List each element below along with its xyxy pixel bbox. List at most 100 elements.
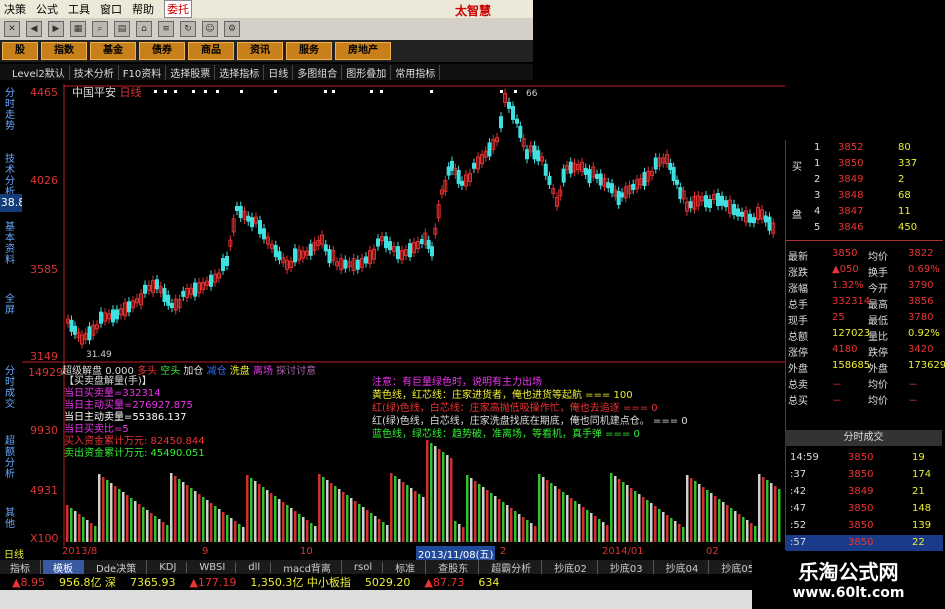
stock-name: 中国平安	[72, 86, 116, 99]
tab-tech-analysis[interactable]: 技术分析	[2, 154, 18, 198]
func-level2[interactable]: Level2默认	[12, 64, 70, 80]
tab-excess-analysis[interactable]: 超额分析	[2, 436, 18, 480]
volume-bar	[434, 446, 437, 542]
candle-body	[736, 208, 740, 217]
indicator-tab[interactable]: 标准	[385, 559, 427, 575]
category-news[interactable]: 资讯	[237, 42, 283, 60]
category-bond[interactable]: 债券	[139, 42, 185, 60]
orderbook-row[interactable]: 3 3848 68	[786, 188, 943, 204]
candle-body	[616, 190, 621, 205]
refresh-icon[interactable]: ↻	[180, 21, 196, 37]
func-tech-analysis[interactable]: 技术分析	[74, 64, 119, 80]
func-f10[interactable]: F10资料	[123, 64, 167, 80]
tab-ticks[interactable]: 分时成交	[2, 366, 18, 410]
date-tick: 9	[202, 546, 209, 557]
orderbook-level: 5	[814, 222, 821, 233]
tab-fundamentals[interactable]: 基本资料	[2, 222, 18, 266]
indicator-tab[interactable]: macd背离	[273, 559, 342, 575]
volume-bar	[418, 494, 421, 542]
indicator-tab[interactable]: Dde决策	[86, 559, 148, 575]
volume-bar	[174, 476, 177, 542]
orderbook-row[interactable]: 5 3846 450	[786, 220, 943, 236]
menu-item-help[interactable]: 帮助	[132, 1, 154, 17]
volume-bar	[370, 513, 373, 542]
category-service[interactable]: 服务	[286, 42, 332, 60]
quote-label: 均价	[868, 252, 888, 263]
indicator-tab[interactable]: WBSI	[189, 561, 237, 573]
tab-fullscreen[interactable]: 全屏	[2, 294, 18, 316]
vol-tick-4: X100	[30, 532, 59, 545]
func-multi-chart[interactable]: 多图组合	[297, 64, 343, 80]
volume-bar	[102, 477, 105, 542]
indicator-tab[interactable]: rsol	[344, 561, 384, 573]
quote-value: 3420	[908, 344, 934, 355]
menu-item-window[interactable]: 窗口	[100, 1, 122, 17]
candle-body	[518, 125, 523, 138]
volume-bar	[130, 498, 133, 542]
volume-bar	[382, 522, 385, 542]
indicator-tab[interactable]: 抄底03	[600, 559, 654, 575]
indicator-tab[interactable]: 指标	[0, 559, 41, 575]
menu-item-tools[interactable]: 工具	[68, 1, 90, 17]
vol-tick-2: 9930	[30, 424, 58, 437]
func-period-day[interactable]: 日线	[268, 64, 294, 80]
indicator-tab[interactable]: KDJ	[149, 561, 188, 573]
kline-chart[interactable]	[22, 84, 785, 546]
grid-icon[interactable]: ▤	[114, 21, 130, 37]
orderbook-row[interactable]: 1 3852 80	[786, 140, 943, 156]
search-icon[interactable]: ⌕	[92, 21, 108, 37]
volume-bar	[306, 520, 309, 542]
indicator-tab[interactable]: 抄底02	[544, 559, 598, 575]
menu-item-formula[interactable]: 公式	[36, 1, 58, 17]
home-icon[interactable]: ⌂	[136, 21, 152, 37]
volume-bar	[614, 476, 617, 542]
close-icon[interactable]: ✕	[4, 21, 20, 37]
trade-price: 3850	[848, 520, 874, 531]
indicator-tab[interactable]: 抄底04	[656, 559, 710, 575]
list-icon[interactable]: ≡	[158, 21, 174, 37]
menu-bar: 决策 公式 工具 窗口 帮助 委托	[0, 0, 533, 18]
indicator-tab[interactable]: 查股东	[428, 559, 480, 575]
func-select-stock[interactable]: 选择股票	[170, 64, 216, 80]
candle-body	[595, 173, 599, 179]
candle-body	[631, 183, 636, 190]
candle-body	[143, 284, 147, 294]
func-overlay[interactable]: 图形叠加	[346, 64, 392, 80]
volume-bar	[150, 513, 153, 542]
indicator-tab[interactable]: 模板	[43, 559, 84, 575]
trades-title[interactable]: 分时成交	[785, 430, 942, 446]
volume-bar	[70, 508, 73, 542]
category-index[interactable]: 指数	[41, 42, 87, 60]
chart-background	[22, 84, 785, 546]
note-line: 红(绿)色线，白芯线，庄家洗盘找底在期底，俺也同机建点仓。 === 0	[372, 416, 688, 427]
menu-item-trade[interactable]: 委托	[164, 0, 192, 18]
category-stocks[interactable]: 股	[2, 42, 38, 60]
candle-body	[127, 301, 131, 313]
candle-body	[732, 204, 736, 216]
menu-item-decision[interactable]: 决策	[4, 1, 26, 17]
category-realestate[interactable]: 房地产	[335, 42, 391, 60]
candle-body	[235, 206, 239, 212]
category-commodity[interactable]: 商品	[188, 42, 234, 60]
func-common-indicator[interactable]: 常用指标	[395, 64, 441, 80]
quote-label: 外盘	[868, 364, 888, 375]
orderbook-row[interactable]: 买 1 3850 337	[786, 156, 943, 173]
candle-body	[277, 251, 282, 261]
orderbook-row[interactable]: 2 3849 2	[786, 172, 943, 188]
settings-icon[interactable]: ⚙	[224, 21, 240, 37]
chart-icon[interactable]: ▦	[70, 21, 86, 37]
date-axis: 日线 2013/8 9 10 2013/11/08(五) 2 2014/01 0…	[4, 546, 785, 561]
indicator-tab[interactable]: 超霸分析	[481, 559, 543, 575]
orderbook-price: 3849	[838, 174, 864, 185]
tab-intraday[interactable]: 分时走势	[2, 88, 18, 132]
tab-other[interactable]: 其他	[2, 508, 18, 530]
volume-bar	[234, 521, 237, 542]
category-fund[interactable]: 基金	[90, 42, 136, 60]
back-icon[interactable]: ◀	[26, 21, 42, 37]
user-icon[interactable]: ☺	[202, 21, 218, 37]
orderbook-row[interactable]: 盘 4 3847 11	[786, 204, 943, 221]
indicator-tab[interactable]: dll	[238, 561, 272, 573]
forward-icon[interactable]: ▶	[48, 21, 64, 37]
func-select-indicator[interactable]: 选择指标	[219, 64, 265, 80]
volume-bar	[654, 506, 657, 542]
